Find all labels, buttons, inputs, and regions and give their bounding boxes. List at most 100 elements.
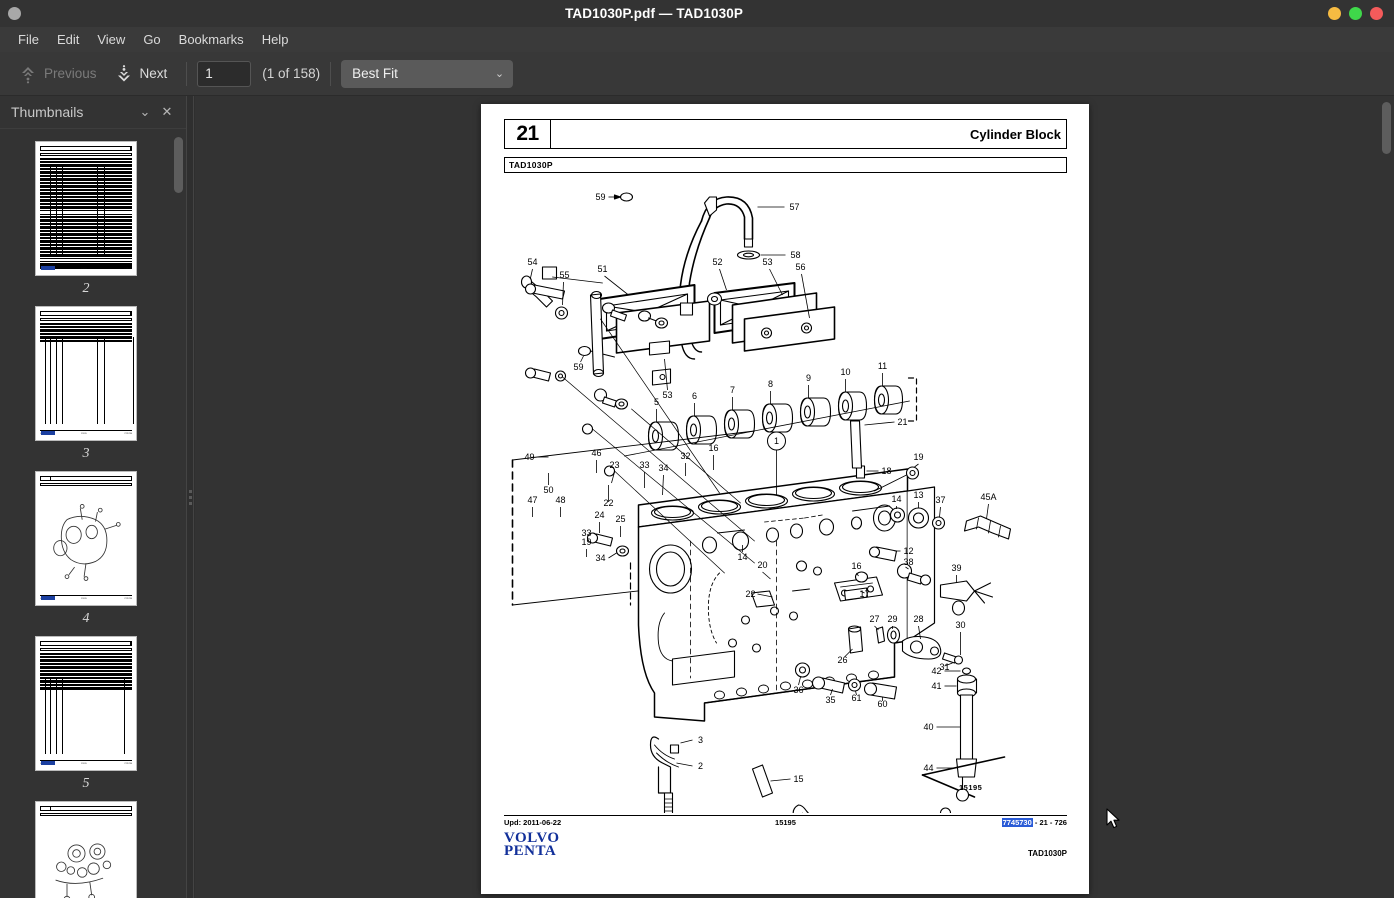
title-bar: TAD1030P.pdf — TAD1030P: [0, 0, 1394, 27]
svg-text:46: 46: [591, 448, 601, 458]
svg-text:55: 55: [559, 270, 569, 280]
thumbnails-list: Upd151957745730 2: [0, 129, 172, 898]
menu-go[interactable]: Go: [134, 29, 169, 50]
svg-text:34: 34: [595, 553, 605, 563]
svg-text:19: 19: [581, 537, 591, 547]
footer-updated: Upd: 2011-06-22: [504, 818, 562, 827]
svg-text:14: 14: [737, 552, 747, 562]
svg-text:40: 40: [923, 722, 933, 732]
svg-text:33: 33: [581, 528, 591, 538]
svg-text:50: 50: [543, 485, 553, 495]
thumbnail-page-3[interactable]: Upd151957745730: [35, 306, 137, 441]
svg-text:12: 12: [903, 546, 913, 556]
list-item[interactable]: Upd151957745730 4: [35, 471, 137, 627]
svg-text:10: 10: [840, 367, 850, 377]
sidebar-splitter[interactable]: [186, 96, 194, 898]
svg-text:59: 59: [595, 192, 605, 202]
chevron-down-icon[interactable]: ⌄: [134, 101, 156, 123]
thumbnail-page-2[interactable]: Upd151957745730: [35, 141, 137, 276]
svg-text:49: 49: [524, 452, 534, 462]
svg-text:37: 37: [935, 495, 945, 505]
close-button[interactable]: [1370, 7, 1383, 20]
svg-text:29: 29: [887, 614, 897, 624]
svg-text:58: 58: [790, 250, 800, 260]
menu-file[interactable]: File: [9, 29, 48, 50]
selected-text-highlight[interactable]: 7745730: [1001, 818, 1033, 827]
list-item[interactable]: [35, 801, 137, 898]
splitter-grip-icon: [188, 489, 192, 505]
thumbnail-label: 3: [82, 446, 90, 461]
svg-text:41: 41: [931, 681, 941, 691]
next-page-label: Next: [139, 66, 168, 81]
list-item[interactable]: Upd151957745730 5: [35, 636, 137, 792]
svg-text:57: 57: [789, 202, 799, 212]
section-title: Cylinder Block: [551, 119, 1067, 149]
svg-text:7: 7: [730, 385, 735, 395]
thumbnail-page-6[interactable]: [35, 801, 137, 898]
menu-bookmarks[interactable]: Bookmarks: [170, 29, 253, 50]
page-footer: Upd: 2011-06-22 15195 7745730 - 21 - 726: [504, 816, 1067, 827]
thumbnail-label: 4: [82, 611, 90, 626]
menu-help[interactable]: Help: [253, 29, 298, 50]
thumbnails-scroll-area[interactable]: Upd151957745730 2: [0, 128, 186, 898]
viewer-scrollbar[interactable]: [1379, 96, 1394, 898]
svg-text:44: 44: [923, 763, 933, 773]
svg-text:28: 28: [913, 614, 923, 624]
thumbnail-drawing: [48, 498, 124, 585]
svg-text:38: 38: [903, 557, 913, 567]
svg-text:26: 26: [837, 655, 847, 665]
svg-text:30: 30: [955, 620, 965, 630]
footer-middle: 15195: [775, 818, 796, 827]
svg-text:1: 1: [774, 436, 779, 446]
page-bottom: VOLVO PENTA TAD1030P: [504, 831, 1067, 859]
menu-bar: File Edit View Go Bookmarks Help: [0, 27, 1394, 52]
svg-text:53: 53: [662, 390, 672, 400]
svg-text:59: 59: [573, 362, 583, 372]
pdf-viewer[interactable]: 21 Cylinder Block TAD1030P 59 57 58 54 5…: [195, 96, 1394, 898]
svg-text:21: 21: [897, 417, 907, 427]
svg-text:5: 5: [654, 397, 659, 407]
next-page-button[interactable]: Next: [106, 59, 177, 89]
svg-text:33: 33: [639, 460, 649, 470]
svg-text:16: 16: [708, 443, 718, 453]
menu-edit[interactable]: Edit: [48, 29, 88, 50]
svg-text:2: 2: [698, 761, 703, 771]
section-number: 21: [504, 119, 551, 149]
svg-text:47: 47: [527, 495, 537, 505]
zoom-level-select[interactable]: Best Fit ⌄: [341, 59, 514, 88]
close-icon[interactable]: ✕: [156, 101, 178, 123]
svg-text:16: 16: [851, 561, 861, 571]
svg-text:6: 6: [692, 391, 697, 401]
svg-text:19: 19: [913, 452, 923, 462]
svg-text:11: 11: [878, 361, 887, 371]
svg-text:45A: 45A: [980, 492, 996, 502]
brand-line-2: PENTA: [504, 843, 557, 859]
technical-drawing: 59 57 58 54 55 51 52 53 56 59 53 5 6 7 8…: [504, 173, 1067, 813]
previous-page-button[interactable]: Previous: [10, 59, 106, 89]
thumbnails-scrollbar[interactable]: [171, 129, 185, 898]
list-item[interactable]: Upd151957745730 3: [35, 306, 137, 462]
svg-text:27: 27: [869, 614, 879, 624]
svg-text:13: 13: [913, 490, 923, 500]
svg-text:17: 17: [859, 589, 869, 599]
thumbnail-label: 5: [82, 776, 90, 791]
page-header: 21 Cylinder Block: [504, 119, 1067, 149]
svg-text:34: 34: [658, 463, 668, 473]
maximize-button[interactable]: [1349, 7, 1362, 20]
thumbnail-drawing: [48, 828, 124, 898]
toolbar-separator-1: [186, 61, 188, 86]
svg-text:36: 36: [793, 685, 803, 695]
page-count-label: (1 of 158): [262, 66, 321, 81]
footer-part-number: 7745730 - 21 - 726: [881, 818, 1067, 827]
thumbnail-page-5[interactable]: Upd151957745730: [35, 636, 137, 771]
thumbnail-page-4[interactable]: Upd151957745730: [35, 471, 137, 606]
svg-text:3: 3: [698, 735, 703, 745]
page-number-input[interactable]: [197, 60, 252, 87]
pdf-page-container: 21 Cylinder Block TAD1030P 59 57 58 54 5…: [481, 104, 1089, 894]
footer-part-suffix: - 21 - 726: [1032, 818, 1067, 827]
list-item[interactable]: Upd151957745730 2: [35, 141, 137, 297]
menu-view[interactable]: View: [88, 29, 134, 50]
minimize-button[interactable]: [1328, 7, 1341, 20]
sidebar-title: Thumbnails: [11, 104, 84, 120]
svg-text:39: 39: [951, 563, 961, 573]
